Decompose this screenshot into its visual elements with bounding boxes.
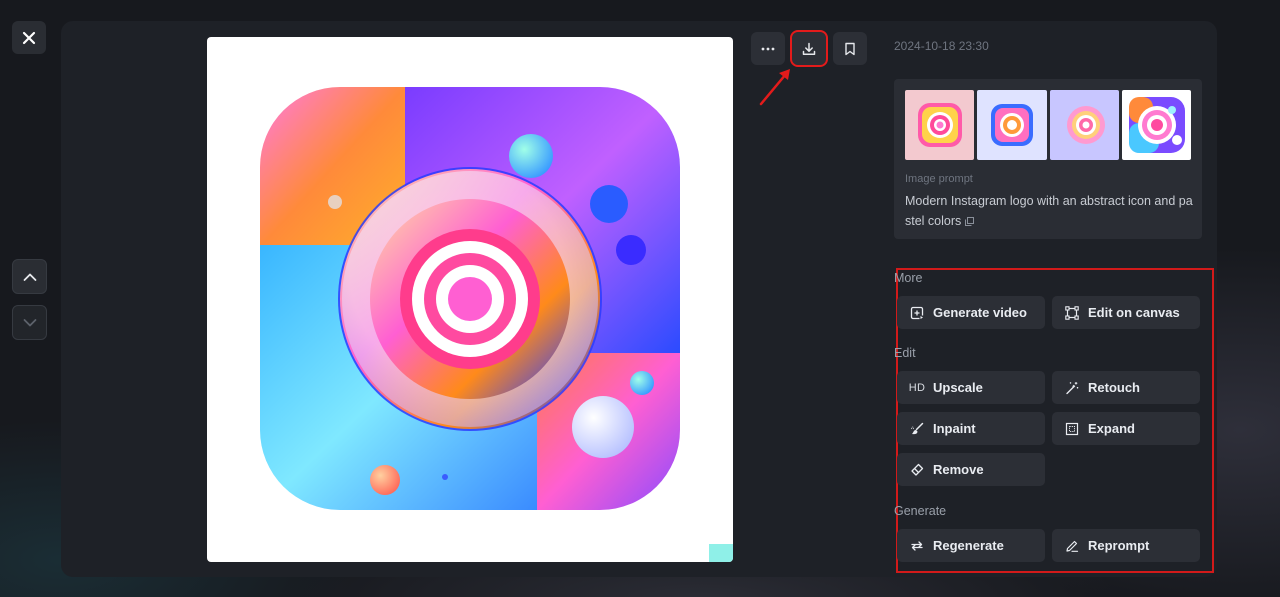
edit-on-canvas-button[interactable]: Edit on canvas bbox=[1052, 296, 1200, 329]
expand-icon bbox=[1064, 421, 1080, 437]
inpaint-button[interactable]: Inpaint bbox=[897, 412, 1045, 445]
prompt-text-content: Modern Instagram logo with an abstract i… bbox=[905, 194, 1193, 228]
upscale-button[interactable]: HD Upscale bbox=[897, 371, 1045, 404]
annotation-arrow-icon bbox=[759, 69, 790, 106]
remove-button[interactable]: Remove bbox=[897, 453, 1045, 486]
next-image-button[interactable] bbox=[12, 305, 47, 340]
refresh-icon bbox=[909, 538, 925, 554]
copy-icon bbox=[965, 216, 975, 226]
inpaint-label: Inpaint bbox=[933, 421, 976, 436]
creation-timestamp: 2024-10-18 23:30 bbox=[894, 39, 989, 53]
image-toolbar bbox=[751, 30, 867, 67]
thumbnail-4-selected[interactable] bbox=[1121, 90, 1191, 160]
section-label-more: More bbox=[894, 271, 923, 285]
generated-image bbox=[207, 37, 733, 562]
remove-label: Remove bbox=[933, 462, 984, 477]
expand-label: Expand bbox=[1088, 421, 1135, 436]
regenerate-button[interactable]: Regenerate bbox=[897, 529, 1045, 562]
ellipsis-icon bbox=[761, 47, 775, 50]
retouch-button[interactable]: Retouch bbox=[1052, 371, 1200, 404]
reprompt-label: Reprompt bbox=[1088, 538, 1150, 553]
bookmark-button[interactable] bbox=[833, 32, 867, 65]
canvas-frame-icon bbox=[1064, 305, 1080, 321]
edit-on-canvas-label: Edit on canvas bbox=[1088, 305, 1180, 320]
section-label-edit: Edit bbox=[894, 346, 916, 360]
thumbnail-3[interactable] bbox=[1049, 90, 1119, 160]
more-options-button[interactable] bbox=[751, 32, 785, 65]
bookmark-icon bbox=[845, 42, 855, 55]
prompt-card: Image prompt Modern Instagram logo with … bbox=[894, 79, 1202, 239]
close-button[interactable] bbox=[12, 21, 46, 54]
expand-button[interactable]: Expand bbox=[1052, 412, 1200, 445]
thumbnail-2[interactable] bbox=[977, 90, 1047, 160]
video-plus-icon bbox=[909, 305, 925, 321]
prompt-label: Image prompt bbox=[905, 173, 973, 185]
download-button[interactable] bbox=[790, 30, 828, 67]
prompt-text: Modern Instagram logo with an abstract i… bbox=[905, 191, 1195, 232]
previous-image-button[interactable] bbox=[12, 259, 47, 294]
copy-prompt-button[interactable] bbox=[965, 212, 975, 232]
chevron-down-icon bbox=[23, 318, 36, 326]
magic-wand-icon bbox=[1064, 380, 1080, 396]
thumbnail-strip bbox=[905, 90, 1191, 160]
thumbnail-1[interactable] bbox=[905, 90, 975, 160]
upscale-label: Upscale bbox=[933, 380, 983, 395]
reprompt-button[interactable]: Reprompt bbox=[1052, 529, 1200, 562]
section-label-generate: Generate bbox=[894, 504, 947, 518]
download-icon bbox=[802, 42, 816, 55]
chevron-up-icon bbox=[23, 273, 36, 281]
close-icon bbox=[22, 31, 36, 44]
generate-video-label: Generate video bbox=[933, 305, 1027, 320]
regenerate-label: Regenerate bbox=[933, 538, 1004, 553]
eraser-icon bbox=[909, 462, 925, 478]
brush-icon bbox=[909, 421, 925, 437]
hd-icon: HD bbox=[908, 381, 926, 394]
pencil-icon bbox=[1064, 538, 1080, 554]
retouch-label: Retouch bbox=[1088, 380, 1140, 395]
generate-video-button[interactable]: Generate video bbox=[897, 296, 1045, 329]
